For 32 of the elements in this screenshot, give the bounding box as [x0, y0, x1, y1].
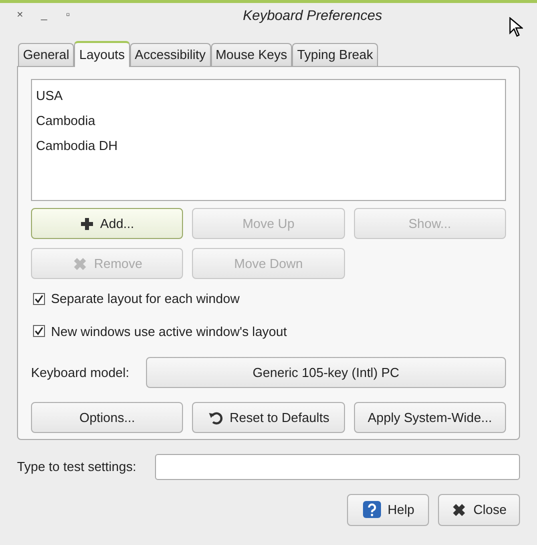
close-button[interactable]: ×: [8, 7, 32, 24]
minimize-button[interactable]: _: [32, 7, 56, 24]
checkbox[interactable]: [33, 325, 45, 338]
window-title: Keyboard Preferences: [242, 6, 384, 25]
plus-icon: [80, 216, 94, 230]
list-item[interactable]: Cambodia: [32, 108, 505, 133]
field-label: Keyboard model:: [31, 364, 130, 382]
list-item[interactable]: USA: [32, 83, 505, 108]
tab[interactable]: Typing Break: [292, 43, 378, 66]
button[interactable]: Reset to Defaults: [192, 402, 345, 433]
undo-icon: [208, 410, 224, 426]
dropdown-button[interactable]: Generic 105-key (Intl) PC: [146, 357, 506, 388]
button[interactable]: Add...: [31, 208, 184, 239]
tab[interactable]: Layouts: [74, 41, 130, 67]
input-field[interactable]: [155, 454, 520, 480]
list-item[interactable]: Cambodia DH: [32, 133, 505, 158]
button[interactable]: Apply System-Wide...: [354, 402, 506, 433]
field-label: Type to test settings:: [17, 458, 138, 476]
button[interactable]: Help: [347, 494, 429, 526]
tab[interactable]: Mouse Keys: [210, 43, 292, 66]
close-icon: [451, 502, 468, 518]
checkbox[interactable]: [33, 292, 45, 305]
checkbox-label: New windows use active window's layout: [51, 322, 287, 341]
tab[interactable]: Accessibility: [130, 43, 211, 66]
close-icon: [72, 256, 88, 272]
button[interactable]: Close: [438, 494, 520, 526]
help-icon: [362, 500, 382, 520]
maximize-button[interactable]: ▫: [56, 7, 80, 24]
button[interactable]: Options...: [31, 402, 184, 433]
checkbox-label: Separate layout for each window: [51, 290, 240, 308]
tab[interactable]: General: [18, 43, 74, 66]
cursor-icon: [509, 17, 523, 37]
